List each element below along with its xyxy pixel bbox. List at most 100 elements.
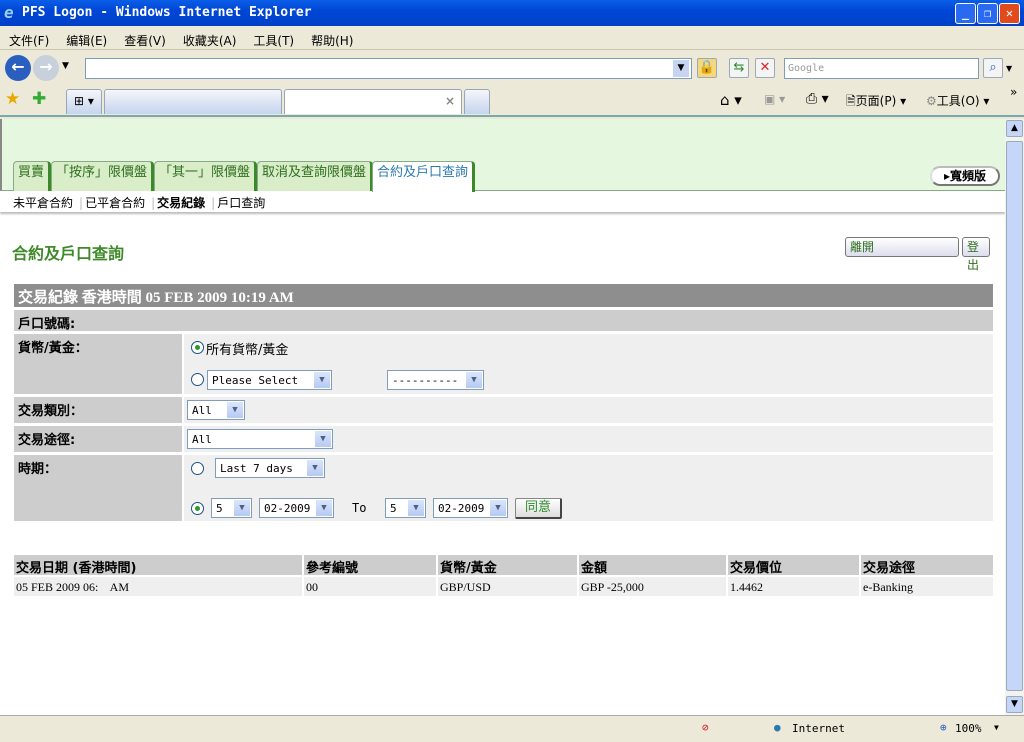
chevron-down-icon: ▼: [316, 500, 332, 516]
history-dropdown-icon[interactable]: ▼: [62, 61, 69, 71]
cell-reference: 00: [304, 577, 436, 596]
subnav-account-query[interactable]: 戶口查詢: [217, 196, 265, 210]
to-day-select[interactable]: 5 ▼: [385, 498, 426, 518]
tab-cancel-query[interactable]: 取消及查詢限價盤: [257, 161, 374, 191]
chevron-down-icon: ▼: [234, 500, 250, 516]
menu-edit[interactable]: 编辑(E): [57, 26, 115, 49]
close-button[interactable]: ✕: [999, 3, 1020, 24]
scroll-down-button[interactable]: ▼: [1006, 696, 1023, 713]
menu-help[interactable]: 帮助(H): [302, 26, 361, 49]
new-tab-button[interactable]: [464, 89, 490, 114]
status-bar: ⊘ ● Internet ⊕ 100% ▼: [0, 715, 1024, 742]
add-favorite-icon[interactable]: ✚: [32, 89, 46, 109]
tab-oco-limit[interactable]: 「其一」限價盤: [154, 161, 258, 191]
page-content: 買賣 「按序」限價盤 「其一」限價盤 取消及查詢限價盤 合約及戶口查詢 ▸寬頻版…: [0, 119, 1005, 715]
page-icon: 🗎: [846, 94, 856, 108]
menu-favorites[interactable]: 收藏夹(A): [174, 26, 245, 49]
subnav-transaction-records[interactable]: 交易紀錄: [157, 196, 205, 210]
search-options-icon[interactable]: ▼: [1006, 64, 1012, 73]
address-input[interactable]: ▼: [85, 58, 692, 79]
scroll-thumb[interactable]: [1006, 141, 1023, 691]
channel-select[interactable]: All ▼: [187, 429, 333, 449]
col-header-amount: 金額: [579, 555, 726, 576]
col-header-price: 交易價位: [728, 555, 859, 576]
cell-date: 05 FEB 2009 06: AM: [14, 577, 302, 596]
chevron-down-icon: ▼: [314, 372, 330, 388]
home-icon[interactable]: ⌂ ▾: [720, 91, 742, 109]
from-month-select[interactable]: 02-2009 ▼: [259, 498, 334, 518]
period-range-radio[interactable]: [191, 502, 204, 515]
vertical-scrollbar[interactable]: ▲ ▼: [1005, 119, 1024, 715]
type-label: 交易類別：: [14, 397, 182, 423]
currency-select-radio[interactable]: [191, 373, 204, 386]
page-menu-label: 页面(P): [855, 94, 897, 108]
privacy-icon[interactable]: ⊘: [702, 721, 709, 734]
minimize-button[interactable]: _: [955, 3, 976, 24]
subnav-closed-contracts[interactable]: 已平倉合約: [85, 196, 145, 210]
back-button[interactable]: ←: [5, 55, 31, 81]
maximize-button[interactable]: ❐: [977, 3, 998, 24]
tab-trade[interactable]: 買賣: [13, 161, 52, 191]
col-header-channel: 交易途徑: [861, 555, 993, 576]
tab-sequence-limit[interactable]: 「按序」限價盤: [51, 161, 155, 191]
period-label: 時期：: [14, 455, 182, 521]
favorites-star-icon[interactable]: ★: [5, 89, 20, 109]
window-title-bar: e PFS Logon - Windows Internet Explorer …: [0, 0, 1024, 26]
col-header-reference: 參考編號: [304, 555, 436, 576]
tools-menu[interactable]: ⚙工具(O) ▾: [926, 92, 989, 109]
quick-tabs-button[interactable]: ⊞ ▾: [66, 89, 102, 114]
from-day-select[interactable]: 5 ▼: [211, 498, 252, 518]
currency-all-radio[interactable]: [191, 341, 204, 354]
tabs-toolbar: ★ ✚ ⊞ ▾ × ⌂ ▾ ▣ ▾ ⎙ ▾ 🗎页面(P) ▾ ⚙工具(O) ▾ …: [0, 85, 1024, 117]
currency-select-2[interactable]: ---------- ▼: [387, 370, 484, 390]
type-row: All ▼: [184, 397, 993, 423]
zoom-level[interactable]: 100%: [955, 722, 982, 735]
search-button[interactable]: ⌕: [983, 58, 1003, 78]
currency-all-label: 所有貨幣/黃金: [206, 343, 289, 358]
type-select[interactable]: All ▼: [187, 400, 245, 420]
chevron-down-icon: ▼: [307, 460, 323, 476]
submit-button[interactable]: 同意: [515, 498, 562, 519]
chevron-down-icon[interactable]: ▼: [673, 60, 689, 77]
menu-tools[interactable]: 工具(T): [244, 26, 302, 49]
chevron-down-icon: ▼: [315, 431, 331, 447]
period-preset-radio[interactable]: [191, 462, 204, 475]
browser-tab-2[interactable]: ×: [284, 89, 462, 114]
chevron-down-icon: ▼: [490, 500, 506, 516]
sub-navigation: 未平倉合約 | 已平倉合約 | 交易紀錄 | 戶口查詢: [0, 192, 1005, 212]
record-header: 交易紀錄 香港時間 05 FEB 2009 10:19 AM: [14, 284, 993, 307]
zone-label: Internet: [792, 722, 845, 735]
chevron-down-icon: ▼: [466, 372, 482, 388]
period-select[interactable]: Last 7 days ▼: [215, 458, 325, 478]
address-toolbar: ← → ▼ ▼ 🔒 ⇆ ✕ Google ⌕ ▼: [0, 51, 1024, 85]
chevron-down-icon: ▼: [227, 402, 243, 418]
page-menu[interactable]: 🗎页面(P) ▾: [846, 92, 906, 113]
leave-button[interactable]: 離開: [845, 237, 959, 257]
broadband-version-button[interactable]: ▸寬頻版: [930, 166, 1000, 186]
search-input[interactable]: Google: [784, 58, 979, 79]
tab-contract-account[interactable]: 合約及戶口查詢: [372, 161, 476, 192]
feeds-icon[interactable]: ▣ ▾: [764, 92, 785, 106]
browser-tab-1[interactable]: [104, 89, 282, 114]
zoom-dropdown-icon[interactable]: ▼: [994, 723, 999, 732]
zoom-icon[interactable]: ⊕: [940, 721, 947, 734]
to-month-select[interactable]: 02-2009 ▼: [433, 498, 508, 518]
broadband-label: 寬頻版: [950, 169, 987, 183]
refresh-button[interactable]: ⇆: [729, 58, 749, 78]
period-row: Last 7 days ▼ 5 ▼ 02-2009 ▼ To 5 ▼ 02-2009 ▼ …: [184, 455, 993, 521]
currency-label: 貨幣/黃金：: [14, 334, 182, 394]
stop-button[interactable]: ✕: [755, 58, 775, 78]
more-chevron[interactable]: »: [1010, 85, 1017, 99]
account-number-label: 戶口號碼:: [14, 310, 993, 332]
scroll-up-button[interactable]: ▲: [1006, 120, 1023, 137]
menu-view[interactable]: 查看(V): [115, 26, 174, 49]
currency-select[interactable]: Please Select ▼: [207, 370, 332, 390]
subnav-open-contracts[interactable]: 未平倉合約: [13, 196, 73, 210]
lock-icon[interactable]: 🔒: [697, 58, 717, 78]
globe-icon: ●: [774, 721, 781, 734]
print-icon[interactable]: ⎙ ▾: [806, 91, 829, 107]
menu-file[interactable]: 文件(F): [0, 26, 57, 49]
logout-button[interactable]: 登出: [962, 237, 990, 272]
close-tab-icon[interactable]: ×: [445, 94, 455, 108]
forward-button[interactable]: →: [33, 55, 59, 81]
